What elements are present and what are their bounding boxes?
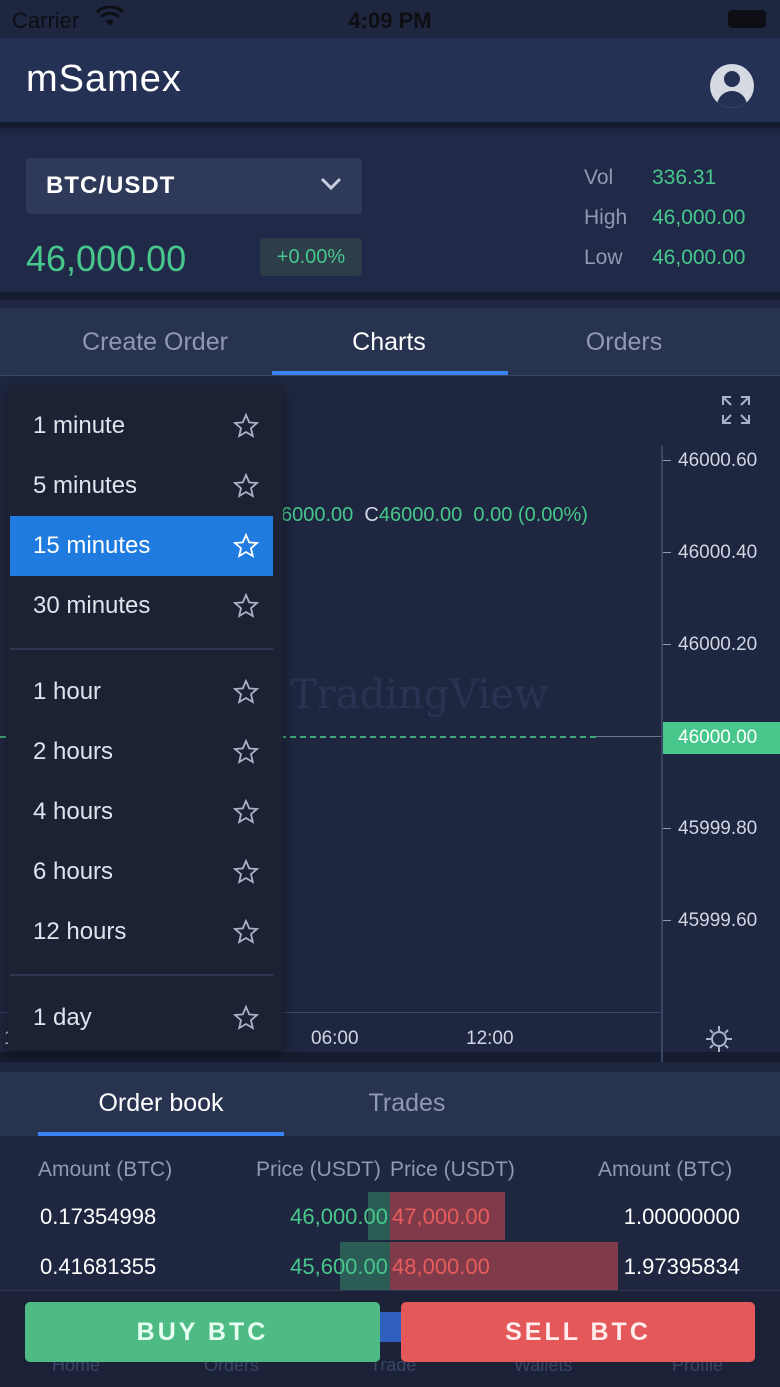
pair-label: BTC/USDT [46, 172, 176, 199]
price-tick-label: 46000.60 [678, 450, 758, 471]
last-price: 46,000.00 [26, 238, 187, 279]
star-icon[interactable] [233, 739, 259, 765]
menu-divider [10, 648, 273, 650]
ask-price: 47,000.00 [392, 1204, 490, 1229]
current-price-tag: 46000.00 [663, 722, 780, 754]
price-tick [663, 552, 671, 553]
interval-option-12h[interactable]: 12 hours [10, 902, 273, 962]
ohlc-change: 0.00 [473, 504, 513, 526]
stat-volume: Vol 336.31 [584, 166, 717, 189]
price-tick [663, 460, 671, 461]
interval-option-6h[interactable]: 6 hours [10, 842, 273, 902]
price-tick [663, 828, 671, 829]
order-book-tabs: Order book Trades [0, 1072, 780, 1136]
ohlc-close-prefix: C [364, 504, 379, 526]
star-icon[interactable] [233, 1005, 259, 1031]
interval-option-30m[interactable]: 30 minutes [10, 576, 273, 636]
interval-option-1h[interactable]: 1 hour [10, 662, 273, 722]
stat-low: Low 46,000.00 [584, 246, 746, 269]
price-tick-label: 46000.40 [678, 542, 758, 563]
star-icon[interactable] [233, 919, 259, 945]
time-tick-label: 06:00 [311, 1028, 359, 1049]
ohlc-close-value: 46000.00 [378, 504, 463, 526]
tab-orders[interactable]: Orders [507, 308, 741, 376]
interval-option-1d[interactable]: 1 day [10, 988, 273, 1048]
ohlc-legend: 6000.00 C46000.00 0.00 (0.00%) [281, 504, 588, 527]
star-icon[interactable] [233, 679, 259, 705]
time-tick-label: 12:00 [466, 1028, 514, 1049]
main-tabs: Create Order Charts Orders [0, 308, 780, 376]
current-price-line-end [596, 736, 663, 737]
price-change-badge: +0.00% [260, 238, 362, 276]
tab-charts[interactable]: Charts [272, 308, 506, 376]
ask-price: 48,000.00 [392, 1254, 490, 1279]
interval-option-15m[interactable]: 15 minutes [10, 516, 273, 576]
price-tick [663, 920, 671, 921]
bid-amount: 0.41681355 [40, 1254, 157, 1279]
sell-button[interactable]: SELL BTC [401, 1302, 755, 1362]
active-tab-indicator [38, 1132, 284, 1136]
header-ask-price: Price (USDT) [390, 1158, 515, 1181]
market-stats: Vol 336.31 High 46,000.00 Low 46,000.00 [584, 166, 745, 286]
chevron-down-icon [320, 177, 342, 191]
battery-icon [728, 10, 766, 28]
star-icon[interactable] [233, 799, 259, 825]
interval-option-4h[interactable]: 4 hours [10, 782, 273, 842]
price-tick-label: 45999.80 [678, 818, 758, 839]
ohlc-value: 6000.00 [281, 504, 354, 526]
order-book-row[interactable]: 0.41681355 45,600.00 48,000.00 1.9739583… [0, 1242, 780, 1290]
price-tick-label: 45999.60 [678, 910, 758, 931]
header-bid-amount: Amount (BTC) [38, 1158, 173, 1181]
app-header: mSamex [0, 38, 780, 128]
header-bid-price: Price (USDT) [256, 1158, 381, 1181]
header-ask-amount: Amount (BTC) [598, 1158, 733, 1181]
interval-menu: 1 minute 5 minutes 15 minutes 30 minutes… [8, 386, 283, 1050]
ohlc-change-pct: (0.00%) [517, 504, 588, 526]
star-icon[interactable] [233, 533, 259, 559]
bid-price: 45,600.00 [290, 1254, 388, 1279]
status-bar: Carrier 4:09 PM [0, 0, 780, 38]
active-tab-indicator [272, 371, 508, 375]
tab-trades[interactable]: Trades [284, 1072, 530, 1136]
menu-divider [10, 974, 273, 976]
price-axis[interactable] [661, 446, 663, 1062]
interval-option-1m[interactable]: 1 minute [10, 396, 273, 456]
chart-settings-icon[interactable] [704, 1024, 734, 1054]
price-tick [663, 644, 671, 645]
chart-watermark: TradingView [290, 672, 549, 718]
trade-tab-icon [380, 1312, 402, 1342]
user-avatar-icon[interactable] [710, 64, 754, 108]
tab-create-order[interactable]: Create Order [38, 308, 272, 376]
star-icon[interactable] [233, 859, 259, 885]
interval-option-5m[interactable]: 5 minutes [10, 456, 273, 516]
ask-amount: 1.00000000 [623, 1204, 740, 1229]
clock: 4:09 PM [348, 8, 432, 33]
fullscreen-icon[interactable] [720, 394, 752, 426]
stat-high: High 46,000.00 [584, 206, 746, 229]
star-icon[interactable] [233, 473, 259, 499]
app-title: mSamex [26, 58, 182, 100]
star-icon[interactable] [233, 413, 259, 439]
bid-price: 46,000.00 [290, 1204, 388, 1229]
star-icon[interactable] [233, 593, 259, 619]
tab-order-book[interactable]: Order book [38, 1072, 284, 1136]
interval-option-2h[interactable]: 2 hours [10, 722, 273, 782]
bid-amount: 0.17354998 [40, 1204, 157, 1229]
order-book-row[interactable]: 0.17354998 46,000.00 47,000.00 1.0000000… [0, 1192, 780, 1240]
market-summary: BTC/USDT 46,000.00 +0.00% Vol 336.31 Hig… [0, 134, 780, 300]
pair-selector[interactable]: BTC/USDT [26, 158, 362, 214]
price-tick-label: 46000.20 [678, 634, 758, 655]
buy-button[interactable]: BUY BTC [25, 1302, 380, 1362]
ask-amount: 1.97395834 [623, 1254, 740, 1279]
